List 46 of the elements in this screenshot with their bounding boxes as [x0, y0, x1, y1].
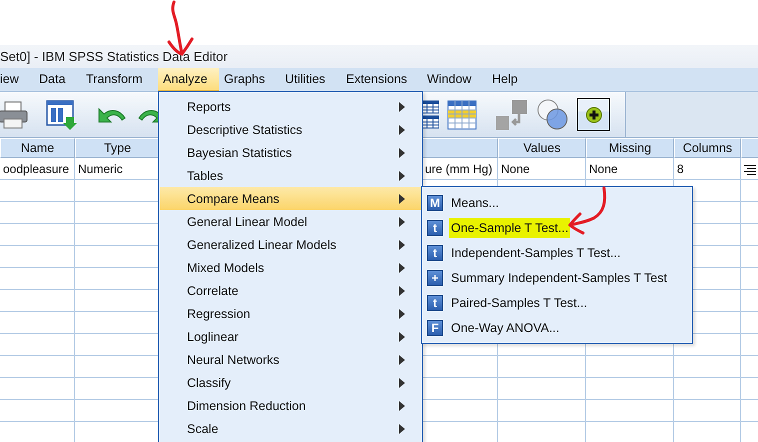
menu-item[interactable]: Reports [160, 95, 421, 118]
menu-item[interactable]: Compare Means [160, 187, 421, 210]
menu-item[interactable]: Means... [449, 192, 501, 212]
menu-item[interactable]: Scale [160, 417, 421, 440]
menu-item[interactable]: Window [422, 68, 487, 91]
test-icon: t [427, 244, 443, 260]
menu-item[interactable]: Generalized Linear Models [160, 233, 421, 256]
test-icon: M [427, 194, 443, 210]
window-title: Set0] - IBM SPSS Statistics Data Editor [0, 49, 228, 64]
table-cell: 8 [674, 158, 741, 180]
menu-item[interactable]: Mixed Models [160, 256, 421, 279]
menu-item[interactable]: Transform [81, 68, 158, 91]
column-header: Columns [674, 138, 741, 158]
test-icon: + [427, 270, 443, 286]
menu-item[interactable]: One-Way ANOVA... [449, 318, 562, 338]
menu-item[interactable]: Analyze [158, 68, 219, 91]
table-cell: None [498, 158, 586, 180]
menu-item[interactable]: Summary Independent-Samples T Test [449, 268, 670, 288]
menu-item[interactable]: One-Sample T Test... [449, 218, 570, 238]
menu-item[interactable]: Utilities [280, 68, 341, 91]
menu-item[interactable]: Neural Networks [160, 348, 421, 371]
column-header: Type [75, 138, 160, 158]
menu-item[interactable]: Regression [160, 302, 421, 325]
column-header: Missing [586, 138, 674, 158]
test-icon: F [427, 320, 443, 336]
menu-item[interactable]: Data [34, 68, 81, 91]
menu-item[interactable]: Descriptive Statistics [160, 118, 421, 141]
table-cell: oodpleasure [0, 158, 75, 180]
menu-item[interactable]: Extensions [341, 68, 422, 91]
menu-item[interactable]: Tables [160, 164, 421, 187]
menu-item[interactable]: Classify [160, 371, 421, 394]
menu-item[interactable]: Loglinear [160, 325, 421, 348]
test-icon: t [427, 294, 443, 310]
menu-item[interactable]: Help [487, 68, 532, 91]
test-icon: t [427, 220, 443, 236]
menu-item[interactable]: Bayesian Statistics [160, 141, 421, 164]
menu-item[interactable]: iew [0, 68, 34, 91]
menu-item[interactable]: Correlate [160, 279, 421, 302]
menu-item[interactable]: Paired-Samples T Test... [449, 292, 590, 312]
menu-item[interactable]: Graphs [219, 68, 280, 91]
column-header: Values [498, 138, 586, 158]
menu-item[interactable]: Dimension Reduction [160, 394, 421, 417]
table-cell: None [586, 158, 674, 180]
menu-item[interactable]: General Linear Model [160, 210, 421, 233]
menu-item[interactable]: Independent-Samples T Test... [449, 242, 623, 262]
column-header: Name [0, 138, 75, 158]
